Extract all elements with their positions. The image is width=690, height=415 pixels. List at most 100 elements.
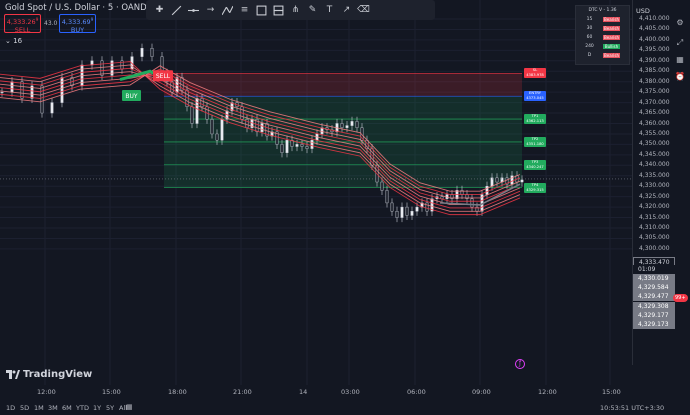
vertical-line-tool-icon[interactable] [220, 3, 235, 18]
indicator-toggle[interactable]: ⌄ 16 [5, 37, 22, 45]
range-button[interactable]: 5Y [106, 404, 114, 412]
price-tick: 4,355.000 [639, 129, 670, 137]
price-tick: 4,365.000 [639, 109, 670, 117]
symbol-title[interactable]: Gold Spot / U.S. Dollar · 5 · OANDA [5, 3, 152, 13]
candle-body [410, 211, 414, 216]
price-tick: 4,385.000 [639, 67, 670, 75]
range-button[interactable]: YTD [76, 404, 89, 412]
ma-price-label: 4,329.177 [633, 310, 675, 320]
bottom-bar: 1D 5D 1M 3M 6M YTD 1Y 5Y All ▦ 10:53:51 UTC+3:30 [0, 400, 690, 415]
price-tick: 4,410.000 [639, 15, 670, 22]
sl-zone [164, 73, 522, 97]
time-tick: 12:00 [538, 388, 557, 396]
calendar-icon[interactable]: ▦ [675, 55, 685, 65]
candle-body [390, 202, 394, 212]
text-tool-icon[interactable]: T [322, 3, 337, 18]
price-tick: 4,320.000 [639, 203, 670, 211]
time-tick: 18:00 [168, 388, 187, 396]
spread-value: 43.0 [44, 20, 58, 27]
time-axis[interactable]: 12:00 15:00 18:00 21:00 14 03:00 06:00 09:00 12:… [0, 385, 632, 399]
clock[interactable]: 10:53:51 UTC+3:30 [600, 404, 664, 412]
dtc-row: 60 Bearish [576, 33, 629, 42]
level-tag-sl: SL 4383.978 [524, 68, 546, 79]
time-tick: 21:00 [233, 388, 252, 396]
price-tick: 4,345.000 [639, 150, 670, 158]
candle-body [280, 144, 284, 153]
ma-price-label: 4,329.477 [633, 292, 675, 302]
level-price: 4373.045 [526, 96, 544, 101]
buy-price-button[interactable]: 4,333.699 BUY [59, 14, 96, 35]
dtc-state: Bullish [603, 44, 620, 49]
candle-body [40, 85, 44, 114]
time-tick: 15:00 [102, 388, 121, 396]
arrow-line-tool-icon[interactable]: → [203, 3, 218, 18]
candle-body [470, 198, 474, 208]
level-price: 4351.180 [526, 141, 544, 146]
sell-price: 4,333.26 [6, 18, 36, 27]
rectangle-tool-icon[interactable] [254, 3, 269, 18]
level-price: 4383.978 [526, 73, 544, 78]
range-button[interactable]: 1M [34, 404, 44, 412]
buy-label: BUY [70, 26, 85, 35]
candle-body [345, 125, 349, 128]
candle-body [300, 144, 304, 147]
expand-icon[interactable]: ⤢ [675, 38, 685, 48]
arrow-tool-icon[interactable]: ↗ [339, 3, 354, 18]
position-tool-icon[interactable] [271, 3, 286, 18]
level-tag-tp3: TP3 4340.247 [524, 159, 546, 170]
range-button[interactable]: 3M [48, 404, 58, 412]
brush-tool-icon[interactable]: ✎ [305, 3, 320, 18]
ma-price-label: 4,329.308 [633, 301, 675, 311]
event-marker-icon[interactable]: ƒ [515, 359, 525, 369]
dtc-timeframe: 60 [586, 35, 593, 40]
dtc-timeframe: 30 [586, 26, 593, 31]
tradingview-logo-icon [6, 370, 20, 379]
path-tool-icon[interactable]: ≡ [237, 3, 252, 18]
candle-body [495, 177, 499, 183]
dtc-row: 30 Bearish [576, 24, 629, 33]
price-tick: 4,360.000 [639, 119, 670, 127]
cog-icon[interactable]: ⚙ [675, 18, 685, 28]
time-tick: 03:00 [341, 388, 360, 396]
candle-body [200, 98, 204, 107]
price-tick: 4,405.000 [639, 25, 670, 33]
dtc-row: D Bearish [576, 51, 629, 60]
pitchfork-tool-icon[interactable]: ⋔ [288, 3, 303, 18]
candle-body [395, 211, 399, 218]
dtc-title: DTC V - 1.36 [588, 8, 617, 13]
candle-body [10, 81, 14, 93]
candle-body [355, 121, 359, 128]
chevron-down-icon: ⌄ [5, 37, 11, 45]
candle-body [310, 140, 314, 149]
price-tick: 4,325.000 [639, 192, 670, 200]
horizontal-line-tool-icon[interactable] [186, 3, 201, 18]
candle-body [385, 190, 389, 204]
dtc-state: Bearish [603, 17, 620, 22]
eraser-tool-icon[interactable]: ⌫ [356, 3, 371, 18]
candle-body [400, 206, 404, 218]
trendline-tool-icon[interactable] [169, 3, 184, 18]
range-button[interactable]: 6M [62, 404, 72, 412]
price-tick: 4,340.000 [639, 161, 670, 169]
time-tick: 06:00 [407, 388, 426, 396]
dtc-state: Bearish [603, 53, 620, 58]
level-price: 4340.247 [526, 164, 544, 169]
price-tick: 4,375.000 [639, 88, 670, 96]
candle-body [220, 119, 224, 141]
range-button[interactable]: 5D [20, 404, 29, 412]
price-tick: 4,380.000 [639, 77, 670, 85]
candle-body [285, 140, 289, 153]
crosshair-tool-icon[interactable]: ✚ [152, 3, 167, 18]
range-button[interactable]: 1D [6, 404, 15, 412]
notification-badge[interactable]: 99+ [673, 294, 688, 302]
sell-price-button[interactable]: 4,333.269 SELL [4, 14, 41, 34]
buy-signal-label: BUY [125, 93, 138, 100]
level-price: 4362.113 [526, 119, 544, 124]
level-tag-entry: ENTRY 4373.045 [524, 91, 546, 102]
candle-body [340, 123, 344, 128]
range-button[interactable]: 1Y [93, 404, 101, 412]
alert-icon[interactable]: ⏰ [675, 72, 685, 82]
price-tick: 4,335.000 [639, 171, 670, 179]
goto-date-icon[interactable]: ▦ [126, 403, 133, 411]
price-tick: 4,330.000 [639, 182, 670, 190]
